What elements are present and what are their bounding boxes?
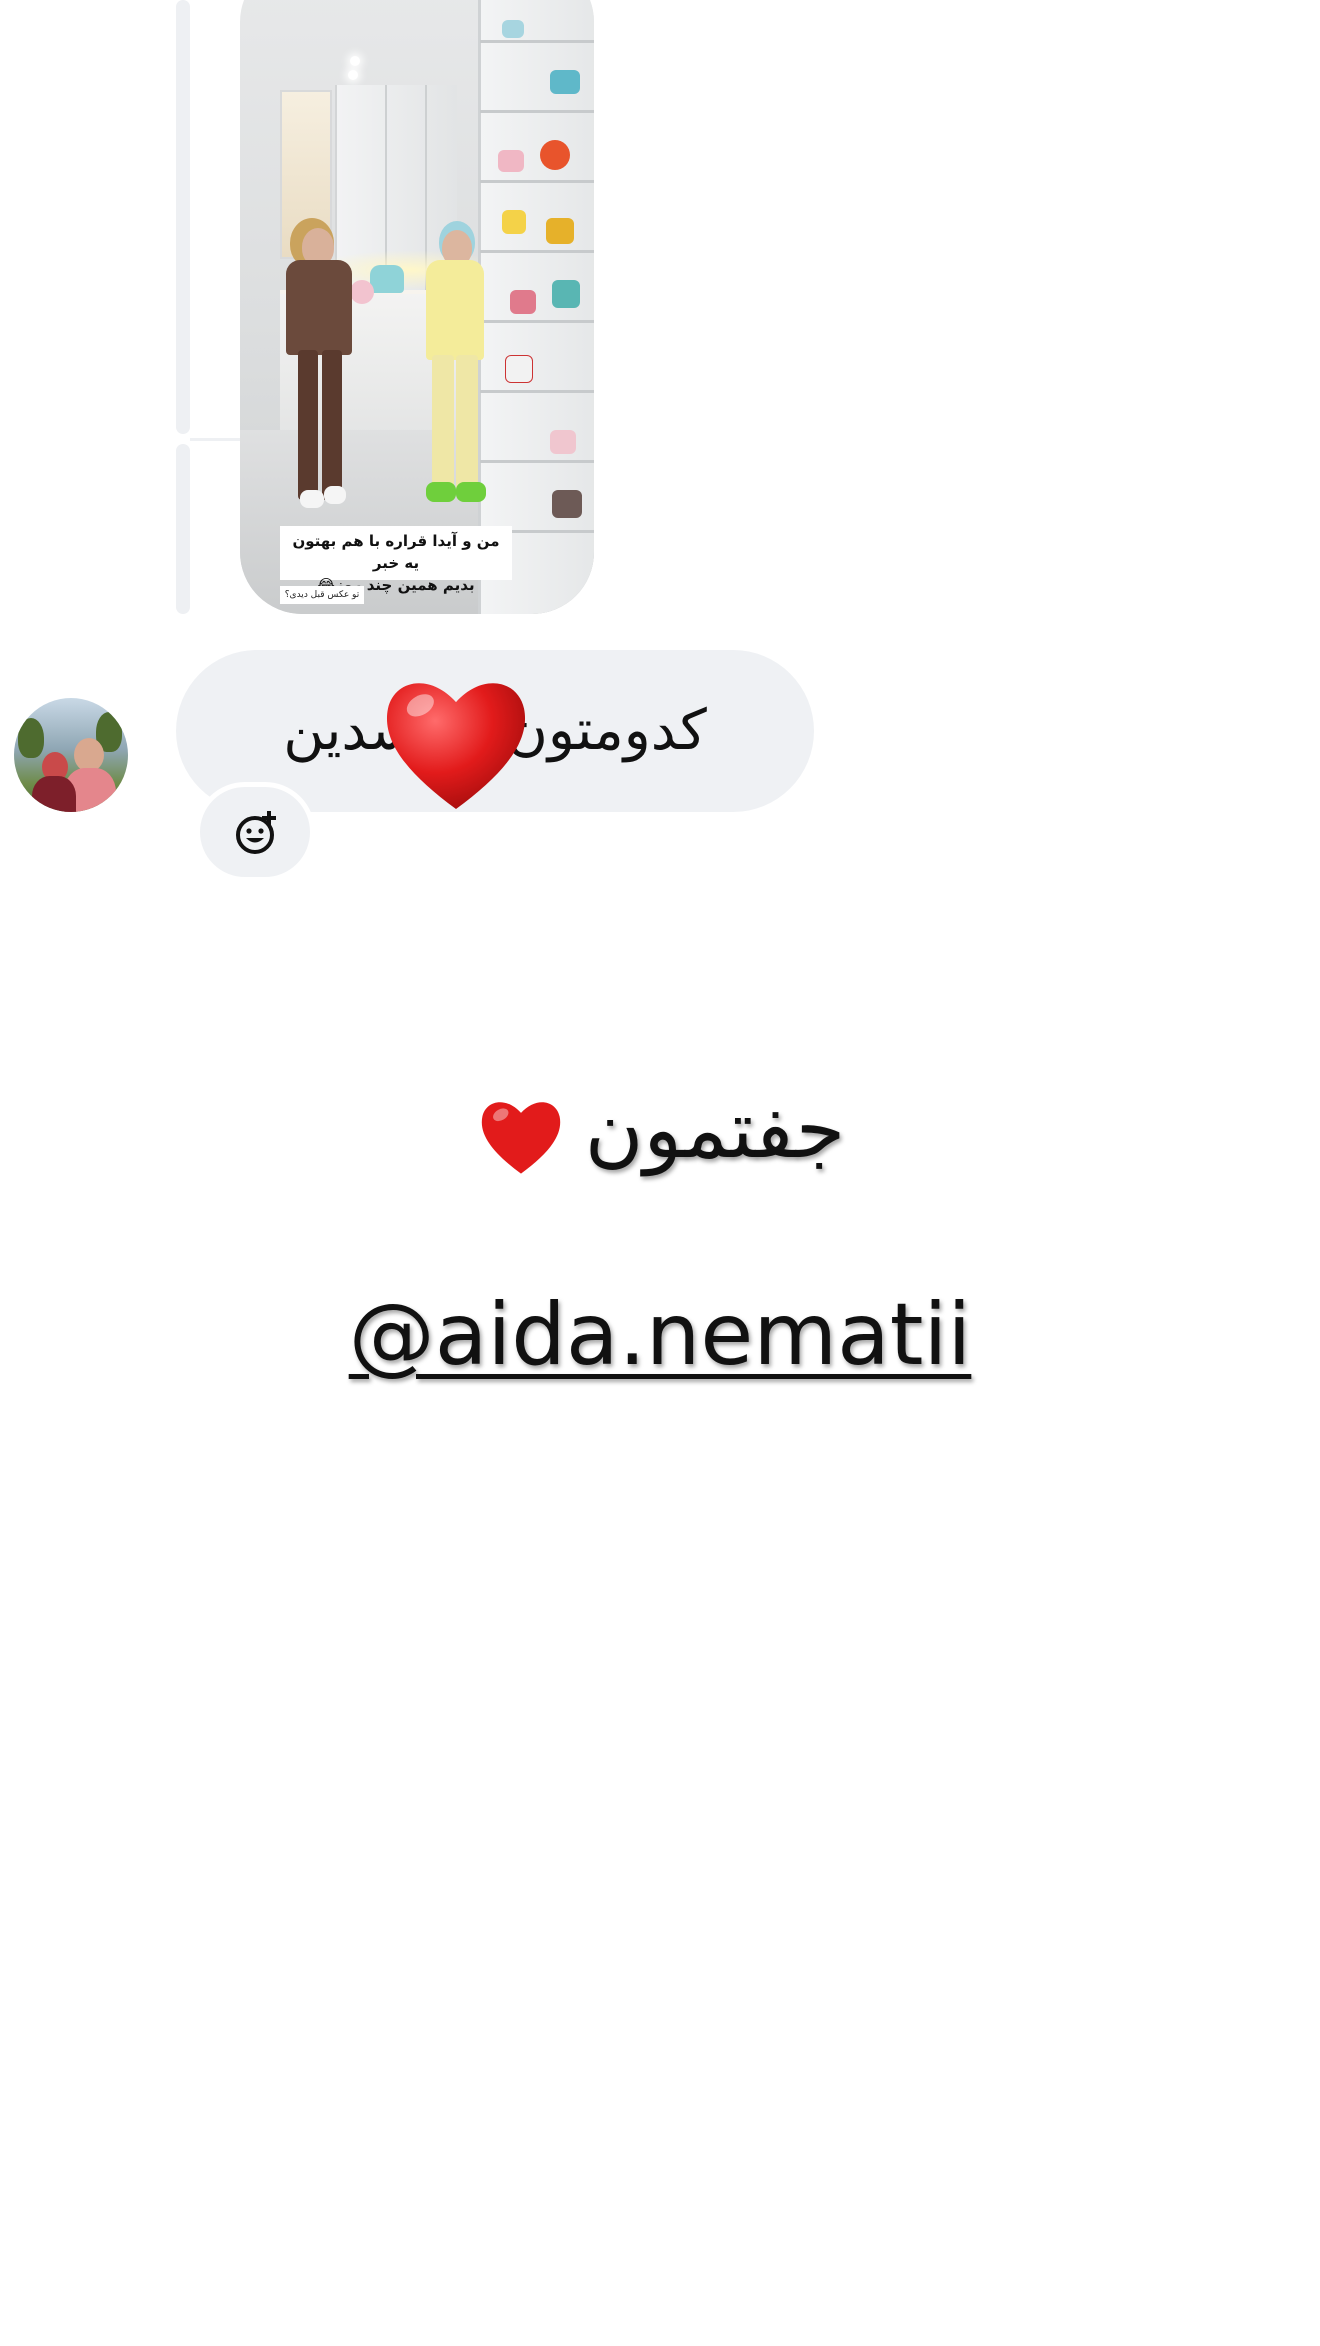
- display-toy: [552, 280, 580, 308]
- display-toy: [505, 355, 533, 383]
- person-left-leg: [298, 350, 318, 500]
- display-shelf: [480, 390, 594, 393]
- add-reaction-button[interactable]: [195, 782, 315, 882]
- person-left-leg: [322, 350, 342, 500]
- display-shelf: [480, 460, 594, 463]
- display-shelf: [480, 320, 594, 323]
- ceiling-light: [350, 56, 360, 66]
- avatar-person-face: [74, 738, 104, 772]
- emoji-add-icon: [236, 811, 276, 854]
- story-caption-line-1: من و آیدا قراره با هم بهتون یه خبر: [292, 532, 500, 572]
- reply-thread-line: [176, 0, 190, 434]
- display-toy: [540, 140, 570, 170]
- person-right-leg: [432, 355, 454, 490]
- display-toy: [550, 430, 576, 454]
- heart-sticker: [386, 683, 526, 810]
- display-toy: [510, 290, 536, 314]
- display-toy: [550, 70, 580, 94]
- account-handle[interactable]: @aida.nematii: [0, 1280, 1320, 1390]
- counter-toy: [350, 280, 374, 304]
- display-toy: [502, 20, 524, 38]
- story-small-tag: تو عکس قبل دیدی؟: [280, 586, 364, 604]
- kettle: [370, 265, 404, 293]
- sender-avatar[interactable]: [14, 698, 128, 812]
- person-right-shoe: [426, 482, 456, 502]
- display-toy: [498, 150, 524, 172]
- person-right-shoe: [456, 482, 486, 502]
- display-shelf: [480, 250, 594, 253]
- person-left-top: [286, 260, 352, 355]
- story-reply-thumbnail[interactable]: من و آیدا قراره با هم بهتون یه خبر بدیم …: [240, 0, 594, 614]
- display-toy: [502, 210, 526, 234]
- avatar-person-body: [32, 776, 76, 812]
- story-caption: من و آیدا قراره با هم بهتون یه خبر بدیم …: [280, 526, 512, 594]
- display-shelf: [480, 110, 594, 113]
- person-right-top: [426, 260, 484, 360]
- person-left-shoe: [300, 490, 324, 508]
- reply-thread-line-lower: [176, 444, 190, 614]
- display-shelf: [480, 40, 594, 43]
- display-shelf: [480, 180, 594, 183]
- person-left-shoe: [324, 486, 346, 504]
- person-right-leg: [456, 355, 478, 490]
- display-toy: [552, 490, 582, 518]
- heart-emoji-icon: [481, 1102, 560, 1174]
- overlay-title-text: جفتمون: [584, 1083, 846, 1176]
- avatar-tree: [18, 718, 44, 758]
- ceiling-light: [348, 70, 358, 80]
- overlay-title: جفتمون: [0, 1070, 1320, 1190]
- display-toy: [546, 218, 574, 244]
